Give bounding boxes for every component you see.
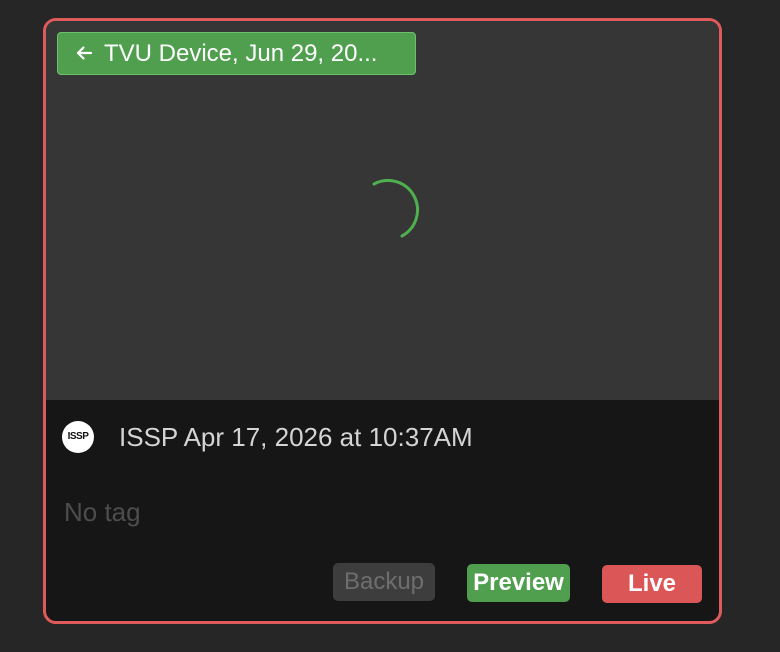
- live-button[interactable]: Live: [602, 565, 702, 603]
- stream-title: ISSP Apr 17, 2026 at 10:37AM: [119, 422, 473, 452]
- backup-button[interactable]: Backup: [333, 563, 435, 601]
- source-back-button[interactable]: TVU Device, Jun 29, 20...: [57, 32, 416, 75]
- stream-info: ISSP ISSP Apr 17, 2026 at 10:37AM No tag…: [46, 400, 719, 621]
- arrow-left-icon: [76, 46, 93, 60]
- source-label: TVU Device, Jun 29, 20...: [104, 40, 378, 67]
- stream-card[interactable]: TVU Device, Jun 29, 20... ISSP ISSP Apr …: [43, 18, 722, 624]
- preview-button[interactable]: Preview: [467, 564, 570, 602]
- issp-logo: ISSP: [62, 421, 94, 453]
- video-preview[interactable]: TVU Device, Jun 29, 20...: [46, 21, 719, 400]
- tag-label[interactable]: No tag: [64, 496, 141, 528]
- loading-spinner-icon: [372, 179, 420, 238]
